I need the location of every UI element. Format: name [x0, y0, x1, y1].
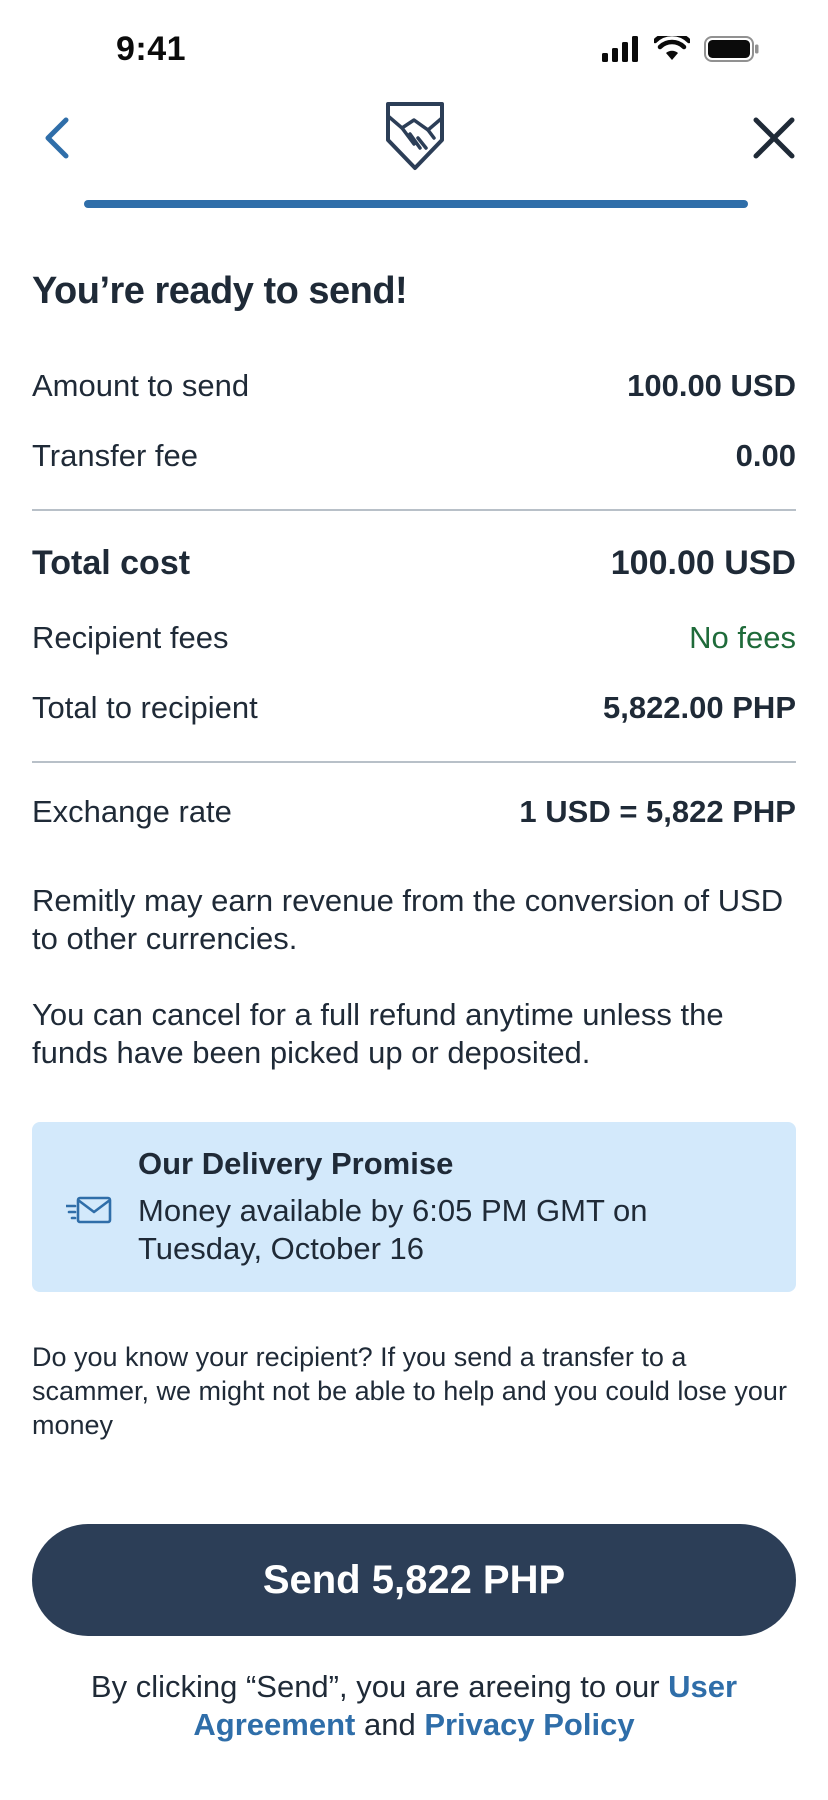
cancel-note: You can cancel for a full refund anytime…: [32, 997, 724, 1070]
close-button[interactable]: [748, 112, 800, 164]
status-time: 9:41: [116, 30, 187, 68]
transfer-fee-value: 0.00: [735, 438, 796, 473]
delivery-promise-body: Money available by 6:05 PM GMT on Tuesda…: [138, 1193, 648, 1266]
total-to-recipient-row: Total to recipient 5,822.00 PHP: [32, 690, 796, 726]
wifi-icon: [654, 36, 690, 60]
header: [0, 92, 828, 212]
amount-to-send-row: Amount to send 100.00 USD: [32, 368, 796, 404]
total-cost-label: Total cost: [32, 544, 191, 582]
legal-prefix: By clicking “Send”, you are areeing to o…: [90, 1669, 669, 1704]
amount-to-send-value: 100.00 USD: [627, 368, 796, 403]
transfer-fee-label: Transfer fee: [32, 438, 198, 473]
recipient-fees-row: Recipient fees No fees: [32, 620, 796, 656]
battery-icon: [704, 36, 759, 62]
send-button[interactable]: Send 5,822 PHP: [32, 1524, 796, 1636]
status-icons: [602, 36, 760, 62]
transfer-fee-row: Transfer fee 0.00: [32, 438, 796, 474]
page-title-container: You’re ready to send!: [32, 270, 796, 313]
exchange-rate-label: Exchange rate: [32, 794, 232, 829]
chevron-left-icon: [45, 117, 69, 159]
delivery-promise-title: Our Delivery Promise: [138, 1146, 454, 1181]
total-cost-value: 100.00 USD: [610, 544, 796, 582]
page-title: You’re ready to send!: [32, 270, 408, 312]
exchange-rate-value: 1 USD = 5,822 PHP: [519, 794, 796, 829]
screen: 9:41 You’re ready to send! Amount to sen…: [0, 0, 828, 1800]
progress-bar: [84, 200, 748, 208]
signal-icon: [602, 36, 638, 62]
privacy-policy-link[interactable]: Privacy Policy: [424, 1707, 634, 1742]
handshake-shield-icon: [386, 102, 444, 170]
scam-warning: Do you know your recipient? If you send …: [32, 1342, 787, 1440]
revenue-note: Remitly may earn revenue from the conver…: [32, 883, 784, 956]
recipient-fees-value: No fees: [689, 620, 796, 655]
amount-to-send-label: Amount to send: [32, 368, 250, 403]
exchange-rate-row: Exchange rate 1 USD = 5,822 PHP: [32, 794, 796, 830]
close-icon: [753, 117, 795, 159]
divider: [32, 509, 796, 511]
total-to-recipient-value: 5,822.00 PHP: [602, 690, 796, 725]
total-to-recipient-label: Total to recipient: [32, 690, 258, 725]
envelope-fast-icon: [66, 1196, 112, 1224]
delivery-promise-card: Our Delivery Promise Money available by …: [32, 1122, 796, 1292]
status-bar: 9:41: [0, 0, 828, 100]
legal-and: and: [355, 1707, 425, 1742]
recipient-fees-label: Recipient fees: [32, 620, 229, 655]
total-cost-row: Total cost 100.00 USD: [32, 544, 796, 583]
divider: [32, 761, 796, 763]
legal-text: By clicking “Send”, you are areeing to o…: [32, 1668, 796, 1744]
back-button[interactable]: [38, 112, 78, 164]
